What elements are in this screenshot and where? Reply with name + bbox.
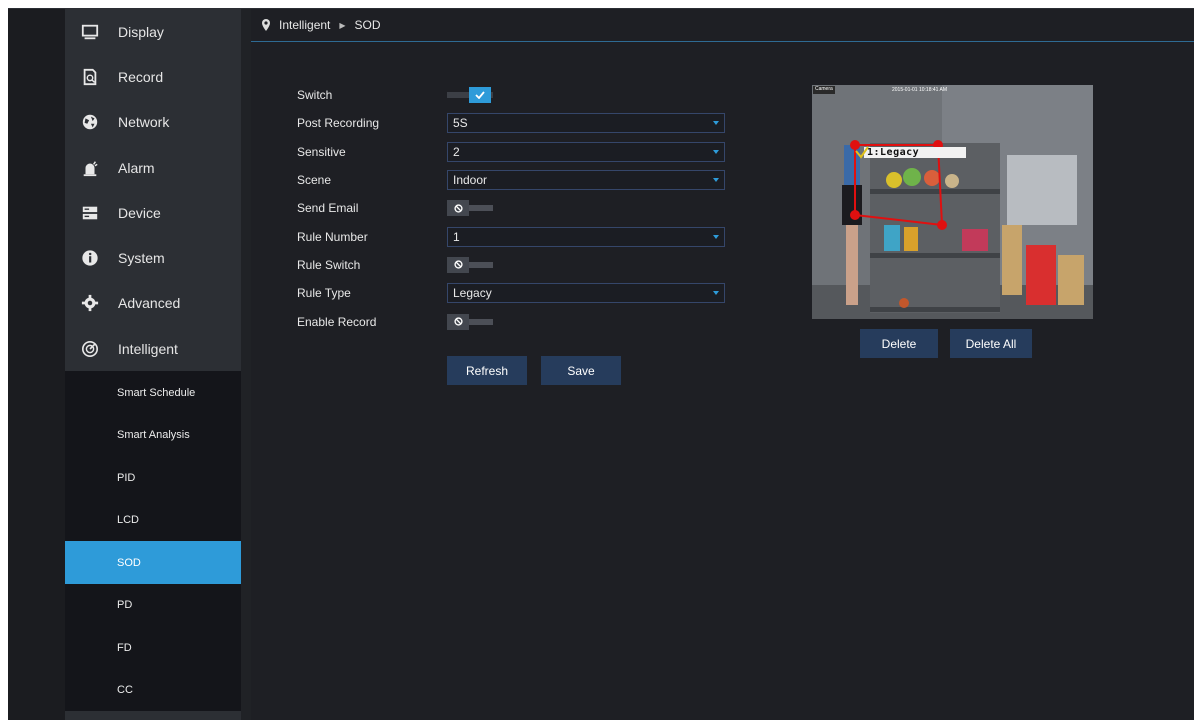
- sidebar-item-record[interactable]: Record: [65, 54, 241, 99]
- breadcrumb: Intelligent ▶ SOD: [251, 9, 1194, 42]
- monitor-icon: [80, 22, 100, 42]
- submenu-item-pd[interactable]: PD: [65, 584, 241, 627]
- rule-number-label: Rule Number: [297, 229, 368, 244]
- submenu-item-smart-schedule[interactable]: Smart Schedule: [65, 371, 241, 414]
- switch-label: Switch: [297, 88, 333, 103]
- rule-number-row: Rule Number 1: [297, 222, 725, 250]
- disabled-icon: [447, 313, 469, 330]
- sensitive-label: Sensitive: [297, 144, 346, 159]
- dropdown-caret-icon: [713, 234, 719, 239]
- sensitive-value: 2: [453, 144, 460, 159]
- submenu-item-fd[interactable]: FD: [65, 626, 241, 669]
- delete-button[interactable]: Delete: [860, 329, 938, 358]
- rule-type-select[interactable]: Legacy: [447, 283, 725, 304]
- check-icon: [469, 87, 491, 104]
- post-recording-label: Post Recording: [297, 116, 380, 131]
- submenu-item-smart-analysis[interactable]: Smart Analysis: [65, 414, 241, 457]
- sidebar-item-label: Device: [118, 204, 161, 221]
- breadcrumb-current: SOD: [354, 18, 381, 32]
- sidebar-divider: [241, 9, 251, 720]
- refresh-button[interactable]: Refresh: [447, 356, 527, 385]
- sidebar-item-label: Record: [118, 68, 164, 85]
- main-panel: Intelligent ▶ SOD Switch Post Recording …: [251, 9, 1194, 720]
- rule-type-label: Rule Type: [297, 286, 351, 301]
- rule-switch-row: Rule Switch: [297, 251, 725, 279]
- send-email-label: Send Email: [297, 201, 359, 216]
- scene-value: Indoor: [453, 173, 488, 188]
- submenu-item-lcd[interactable]: LCD: [65, 499, 241, 542]
- sensitive-row: Sensitive 2: [297, 138, 725, 166]
- sidebar: Display Record Network Alarm Device Syst…: [65, 9, 241, 720]
- switch-toggle[interactable]: [447, 87, 493, 104]
- camera-label: Camera: [815, 86, 833, 92]
- sidebar-item-label: Alarm: [118, 159, 155, 176]
- sidebar-item-intelligent[interactable]: Intelligent: [65, 326, 241, 371]
- rule-number-select[interactable]: 1: [447, 226, 725, 247]
- rule-number-value: 1: [453, 229, 460, 244]
- alarm-icon: [80, 158, 100, 178]
- sidebar-item-label: Intelligent: [118, 340, 178, 357]
- sidebar-item-device[interactable]: Device: [65, 190, 241, 235]
- sidebar-item-label: Display: [118, 23, 164, 40]
- sidebar-item-alarm[interactable]: Alarm: [65, 145, 241, 190]
- sidebar-item-label: Network: [118, 114, 170, 131]
- app-window: Display Record Network Alarm Device Syst…: [8, 8, 1194, 720]
- sod-settings-form: Switch Post Recording 5S Sensitive 2 Sce…: [297, 81, 725, 336]
- dropdown-caret-icon: [713, 121, 719, 126]
- camera-timestamp: 2015-01-01 10:18:41 AM: [892, 87, 948, 93]
- rule-type-value: Legacy: [453, 286, 492, 301]
- send-email-row: Send Email: [297, 194, 725, 222]
- form-actions: Refresh Save: [447, 356, 621, 385]
- enable-record-label: Enable Record: [297, 314, 377, 329]
- scene-select[interactable]: Indoor: [447, 170, 725, 191]
- breadcrumb-parent[interactable]: Intelligent: [279, 18, 330, 32]
- gear-icon: [80, 293, 100, 313]
- info-icon: [80, 248, 100, 268]
- dropdown-caret-icon: [713, 291, 719, 296]
- post-recording-select[interactable]: 5S: [447, 113, 725, 134]
- rule-switch-label: Rule Switch: [297, 257, 361, 272]
- dropdown-caret-icon: [713, 178, 719, 183]
- intelligent-icon: [80, 339, 100, 359]
- location-pin-icon: [262, 19, 270, 31]
- intelligent-submenu: Smart Schedule Smart Analysis PID LCD SO…: [65, 371, 241, 712]
- sidebar-item-display[interactable]: Display: [65, 9, 241, 54]
- delete-all-button[interactable]: Delete All: [950, 329, 1032, 358]
- save-button[interactable]: Save: [541, 356, 621, 385]
- network-globe-icon: [80, 112, 100, 132]
- record-icon: [80, 67, 100, 87]
- enable-record-row: Enable Record: [297, 307, 725, 335]
- preview-actions: Delete Delete All: [860, 329, 1032, 358]
- camera-preview[interactable]: Camera 2015-01-01 10:18:41 AM 1:Legacy: [812, 85, 1093, 319]
- rule-switch-toggle[interactable]: [447, 256, 493, 273]
- disabled-icon: [447, 256, 469, 273]
- send-email-toggle[interactable]: [447, 200, 493, 217]
- sidebar-item-network[interactable]: Network: [65, 100, 241, 145]
- post-recording-value: 5S: [453, 116, 468, 131]
- device-icon: [80, 203, 100, 223]
- enable-record-toggle[interactable]: [447, 313, 493, 330]
- submenu-item-cc[interactable]: CC: [65, 669, 241, 712]
- sidebar-item-advanced[interactable]: Advanced: [65, 281, 241, 326]
- breadcrumb-arrow-icon: ▶: [339, 20, 346, 30]
- dropdown-caret-icon: [713, 149, 719, 154]
- submenu-item-pid[interactable]: PID: [65, 456, 241, 499]
- switch-row: Switch: [297, 81, 725, 109]
- sidebar-item-label: Advanced: [118, 295, 181, 312]
- rule-label: 1:Legacy: [867, 147, 920, 158]
- sidebar-item-system[interactable]: System: [65, 235, 241, 280]
- rule-type-row: Rule Type Legacy: [297, 279, 725, 307]
- scene-row: Scene Indoor: [297, 166, 725, 194]
- sidebar-item-label: System: [118, 250, 165, 267]
- sensitive-select[interactable]: 2: [447, 141, 725, 162]
- submenu-item-sod[interactable]: SOD: [65, 541, 241, 584]
- disabled-icon: [447, 200, 469, 217]
- post-recording-row: Post Recording 5S: [297, 109, 725, 137]
- scene-label: Scene: [297, 173, 332, 188]
